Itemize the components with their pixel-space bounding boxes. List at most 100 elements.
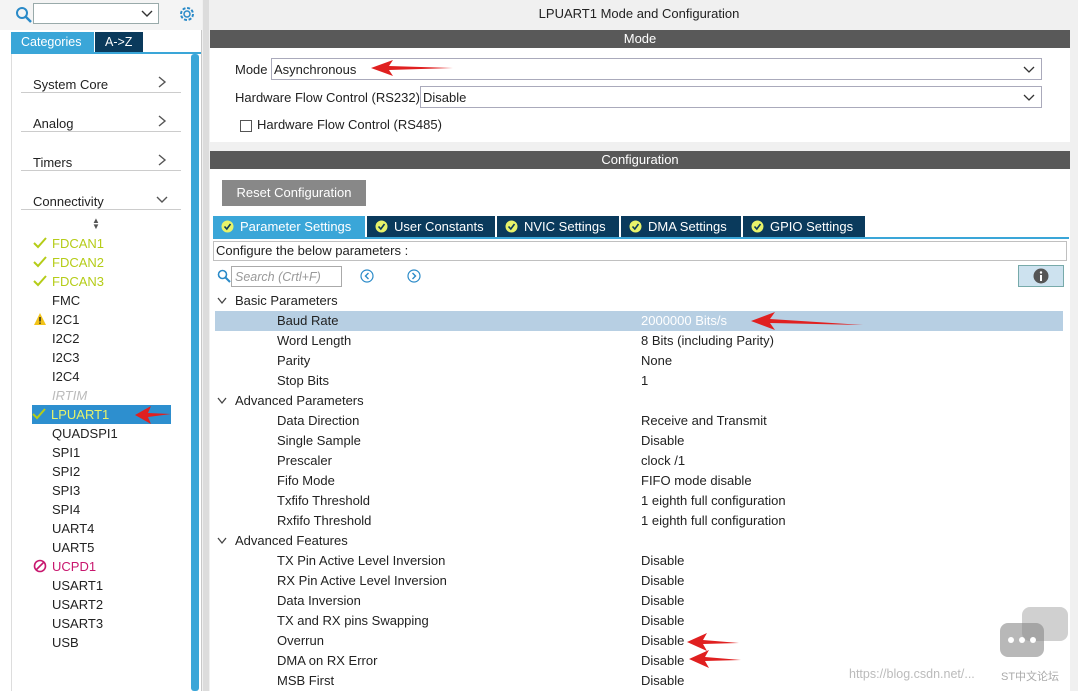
param-name: Rxfifo Threshold [277,513,372,528]
hfc-rs232-label: Hardware Flow Control (RS232) [235,90,420,105]
param-value[interactable]: Disable [641,631,684,651]
peripheral-item-i2c1[interactable]: I2C1 [33,310,173,329]
param-row[interactable]: Stop Bits 1 [215,371,1063,391]
peripheral-label: FDCAN1 [52,236,105,251]
configuration-header: Configuration [210,151,1070,169]
category-search-input[interactable] [33,3,159,24]
peripheral-item-spi1[interactable]: SPI1 [33,443,173,462]
param-value[interactable]: 1 eighth full configuration [641,511,786,531]
param-row[interactable]: Data Inversion Disable [215,591,1063,611]
hfc-rs232-value: Disable [423,90,467,105]
param-name: Data Direction [277,413,360,428]
param-row[interactable]: Word Length 8 Bits (including Parity) [215,331,1063,351]
category-analog[interactable]: Analog [21,102,181,132]
param-value[interactable]: Disable [641,611,684,631]
peripheral-label: SPI1 [52,445,81,460]
gear-icon[interactable] [177,4,197,24]
reset-configuration-button[interactable]: Reset Configuration [222,180,366,206]
peripheral-item-fmc[interactable]: FMC [33,291,173,310]
param-value[interactable]: clock /1 [641,451,685,471]
param-name: Prescaler [277,453,332,468]
param-row[interactable]: TX and RX pins Swapping Disable [215,611,1063,631]
peripheral-label: I2C4 [52,369,80,384]
peripheral-label: I2C3 [52,350,80,365]
param-row[interactable]: RX Pin Active Level Inversion Disable [215,571,1063,591]
param-value[interactable]: Disable [641,571,684,591]
previous-result-icon[interactable] [360,269,374,283]
param-row[interactable]: Prescaler clock /1 [215,451,1063,471]
category-timers[interactable]: Timers [21,141,181,171]
peripheral-item-spi2[interactable]: SPI2 [33,462,173,481]
peripheral-item-i2c4[interactable]: I2C4 [33,367,173,386]
peripheral-item-fdcan3[interactable]: FDCAN3 [33,272,173,291]
param-name: Parity [277,353,311,368]
param-value[interactable]: None [641,351,672,371]
param-value[interactable]: Disable [641,591,684,611]
peripheral-label: I2C2 [52,331,80,346]
peripheral-item-usart3[interactable]: USART3 [33,614,173,633]
param-row[interactable]: Rxfifo Threshold 1 eighth full configurat… [215,511,1063,531]
param-row[interactable]: Fifo Mode FIFO mode disable [215,471,1063,491]
check-circle-icon [221,220,234,233]
tab-nvic-settings[interactable]: NVIC Settings [497,216,619,237]
chevron-down-icon[interactable] [140,6,154,20]
tab-underline [213,237,1069,239]
peripheral-label: UART5 [52,540,95,555]
info-button[interactable] [1018,265,1064,287]
peripheral-item-fdcan1[interactable]: FDCAN1 [33,234,173,253]
next-result-icon[interactable] [407,269,421,283]
category-system-core[interactable]: System Core [21,63,181,93]
param-row[interactable]: Single Sample Disable [215,431,1063,451]
peripheral-item-uart4[interactable]: UART4 [33,519,173,538]
tab-label: User Constants [394,219,484,234]
peripheral-item-ucpd1[interactable]: UCPD1 [33,557,173,576]
tab-label: DMA Settings [648,219,727,234]
param-value[interactable]: Disable [641,671,684,691]
param-row[interactable]: Txfifo Threshold 1 eighth full configurat… [215,491,1063,511]
param-value[interactable]: Disable [641,551,684,571]
tab-user-constants[interactable]: User Constants [367,216,495,237]
param-row[interactable]: TX Pin Active Level Inversion Disable [215,551,1063,571]
param-value[interactable]: 8 Bits (including Parity) [641,331,774,351]
peripheral-item-i2c2[interactable]: I2C2 [33,329,173,348]
peripheral-item-usb[interactable]: USB [33,633,173,652]
tab-categories[interactable]: Categories [11,32,94,52]
param-value[interactable]: 1 [641,371,648,391]
peripheral-label: SPI3 [52,483,81,498]
peripheral-item-uart5[interactable]: UART5 [33,538,173,557]
tab-a-to-z[interactable]: A->Z [95,32,143,52]
param-row[interactable]: Parity None [215,351,1063,371]
peripheral-item-usart2[interactable]: USART2 [33,595,173,614]
peripheral-item-i2c3[interactable]: I2C3 [33,348,173,367]
param-row[interactable]: Overrun Disable [215,631,1063,651]
param-value[interactable]: 1 eighth full configuration [641,491,786,511]
param-value[interactable]: 2000000 Bits/s [641,311,727,331]
hfc-rs232-select[interactable]: Disable [420,86,1042,108]
check-circle-icon [505,220,518,233]
hfc-rs485-checkbox[interactable] [240,120,252,132]
param-name: Stop Bits [277,373,330,388]
peripheral-item-spi3[interactable]: SPI3 [33,481,173,500]
parameter-search-input[interactable]: Search (Crtl+F) [231,266,342,287]
param-row[interactable]: Baud Rate 2000000 Bits/s [215,311,1063,331]
sort-icon[interactable]: ▲ ▼ [92,217,100,231]
chevron-down-icon [156,196,168,203]
tab-parameter-settings[interactable]: Parameter Settings [213,216,365,237]
peripheral-item-quadspi1[interactable]: QUADSPI1 [33,424,173,443]
param-name: TX and RX pins Swapping [277,613,429,628]
category-connectivity[interactable]: Connectivity [21,180,181,210]
peripheral-item-fdcan2[interactable]: FDCAN2 [33,253,173,272]
param-value[interactable]: Disable [641,431,684,451]
param-value[interactable]: Receive and Transmit [641,411,767,431]
peripheral-item-spi4[interactable]: SPI4 [33,500,173,519]
tab-gpio-settings[interactable]: GPIO Settings [743,216,865,237]
scrollbar[interactable] [191,54,199,691]
param-value[interactable]: FIFO mode disable [641,471,752,491]
peripheral-label: USB [52,635,79,650]
peripheral-item-irtim[interactable]: IRTIM [33,386,173,405]
peripheral-label: QUADSPI1 [52,426,118,441]
peripheral-item-usart1[interactable]: USART1 [33,576,173,595]
param-row[interactable]: Data Direction Receive and Transmit [215,411,1063,431]
param-value[interactable]: Disable [641,651,684,671]
tab-dma-settings[interactable]: DMA Settings [621,216,741,237]
